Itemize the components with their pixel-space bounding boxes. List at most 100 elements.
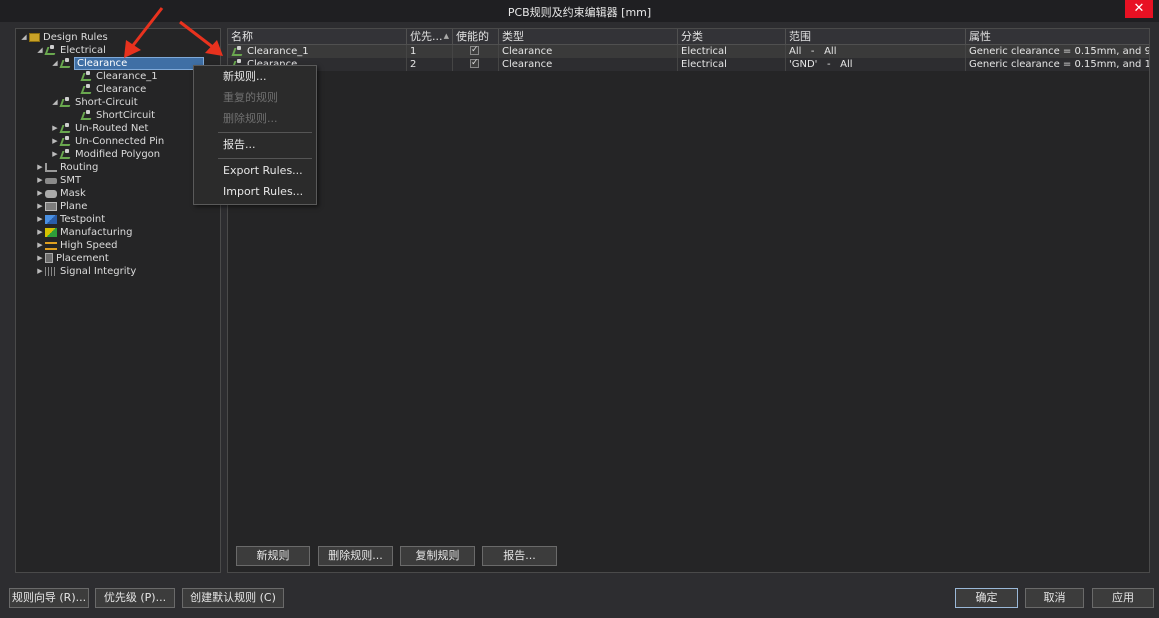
expand-icon[interactable]: ▶ [36, 226, 44, 239]
tree-item-label: Placement [56, 253, 109, 264]
tree-item-label: Electrical [60, 45, 106, 56]
tree-item-shortcircuit[interactable]: ShortCircuit [80, 109, 155, 122]
report-button[interactable]: 报告... [482, 546, 557, 566]
tree-item-mask[interactable]: ▶ Mask [36, 187, 86, 200]
enabled-checkbox[interactable] [470, 45, 479, 57]
tree-item-un-connected-pin[interactable]: ▶ Un-Connected Pin [51, 135, 164, 148]
column-header-category[interactable]: 分类 [678, 29, 786, 44]
tree-item-clearance-rule[interactable]: Clearance [80, 83, 146, 96]
high-speed-icon [45, 242, 57, 250]
tree-item-label: High Speed [60, 240, 118, 251]
menu-item-export-rules[interactable]: Export Rules... [194, 161, 316, 181]
tree-item-label: Design Rules [43, 32, 108, 43]
tree-item-label: SMT [60, 175, 82, 186]
rule-icon [81, 84, 93, 95]
rule-name: Clearance_1 [247, 46, 309, 57]
tree-item-label: Un-Routed Net [75, 123, 149, 134]
menu-separator [218, 158, 312, 159]
tree-item-short-circuit[interactable]: ◢ Short-Circuit [51, 96, 138, 109]
expand-icon[interactable]: ▶ [51, 148, 59, 161]
rule-icon [60, 123, 72, 134]
rule-icon [60, 136, 72, 147]
cancel-button[interactable]: 取消 [1025, 588, 1084, 608]
tree-item-label: Testpoint [60, 214, 106, 225]
mask-icon [45, 190, 57, 198]
expand-icon[interactable]: ▶ [36, 161, 44, 174]
testpoint-icon [45, 215, 57, 224]
expand-icon[interactable]: ▶ [51, 135, 59, 148]
tree-item-label: ShortCircuit [96, 110, 156, 121]
column-header-label: 优先... [410, 30, 443, 43]
collapse-icon[interactable]: ◢ [20, 31, 28, 44]
tree-item-manufacturing[interactable]: ▶ Manufacturing [36, 226, 132, 239]
tree-item-label: Modified Polygon [75, 149, 161, 160]
tree-item-un-routed-net[interactable]: ▶ Un-Routed Net [51, 122, 148, 135]
sort-ascending-icon: ▲ [443, 32, 449, 40]
menu-item-import-rules[interactable]: Import Rules... [194, 182, 316, 202]
tree-item-label: Clearance_1 [96, 71, 158, 82]
tree-item-label: Signal Integrity [60, 266, 137, 277]
ok-button[interactable]: 确定 [955, 588, 1018, 608]
menu-item-delete-rule[interactable]: 删除规则... [194, 109, 316, 129]
tree-item-design-rules[interactable]: ◢ Design Rules [20, 31, 108, 44]
rule-icon [81, 110, 93, 121]
tree-item-clearance-1[interactable]: Clearance_1 [80, 70, 158, 83]
cell-category: Electrical [678, 45, 786, 58]
tree-item-smt[interactable]: ▶ SMT [36, 174, 81, 187]
column-header-attributes[interactable]: 属性 [966, 29, 1149, 44]
collapse-icon[interactable]: ◢ [51, 96, 59, 109]
tree-item-label: Plane [60, 201, 88, 212]
expand-icon[interactable]: ▶ [36, 200, 44, 213]
table-row[interactable]: Clearance_1 1 Clearance Electrical All -… [228, 45, 1149, 58]
tree-item-electrical[interactable]: ◢ Electrical [36, 44, 106, 57]
tree-item-routing[interactable]: ▶ Routing [36, 161, 98, 174]
rule-icon [60, 58, 72, 69]
column-header-priority[interactable]: 优先... ▲ [407, 29, 453, 44]
priorities-button[interactable]: 优先级 (P)... [95, 588, 175, 608]
grid-header: 名称 优先... ▲ 使能的 类型 分类 范围 属性 [228, 29, 1149, 45]
expand-icon[interactable]: ▶ [51, 122, 59, 135]
expand-icon[interactable]: ▶ [36, 213, 44, 226]
copy-rule-button[interactable]: 复制规则 [400, 546, 475, 566]
routing-icon [45, 163, 57, 172]
apply-button[interactable]: 应用 [1092, 588, 1154, 608]
tree-item-placement[interactable]: ▶ Placement [36, 252, 109, 265]
expand-icon[interactable]: ▶ [36, 174, 44, 187]
expand-icon[interactable]: ▶ [36, 239, 44, 252]
tree-item-testpoint[interactable]: ▶ Testpoint [36, 213, 105, 226]
table-row[interactable]: Clearance 2 Clearance Electrical 'GND' -… [228, 58, 1149, 71]
rule-icon [232, 46, 244, 57]
column-header-scope[interactable]: 范围 [786, 29, 966, 44]
menu-separator [218, 132, 312, 133]
menu-item-report[interactable]: 报告... [194, 135, 316, 155]
collapse-icon[interactable]: ◢ [51, 57, 59, 70]
tree-item-modified-polygon[interactable]: ▶ Modified Polygon [51, 148, 160, 161]
plane-icon [45, 202, 57, 211]
rule-icon [81, 71, 93, 82]
new-rule-button[interactable]: 新规则 [236, 546, 310, 566]
tree-item-label: Mask [60, 188, 86, 199]
column-header-enabled[interactable]: 使能的 [453, 29, 499, 44]
expand-icon[interactable]: ▶ [36, 265, 44, 278]
expand-icon[interactable]: ▶ [36, 252, 44, 265]
tree-item-plane[interactable]: ▶ Plane [36, 200, 87, 213]
rule-wizard-button[interactable]: 规则向导 (R)... [9, 588, 89, 608]
tree-item-clearance[interactable]: ◢ Clearance [51, 57, 205, 70]
cell-attributes: Generic clearance = 0.15mm, and 12 value… [969, 59, 1149, 70]
tree-item-signal-integrity[interactable]: ▶ Signal Integrity [36, 265, 136, 278]
rule-tree: ◢ Design Rules ◢ Electrical ◢ Clearance Cle… [15, 28, 221, 573]
enabled-checkbox[interactable] [470, 58, 479, 70]
create-default-rules-button[interactable]: 创建默认规则 (C) [182, 588, 284, 608]
delete-rule-button[interactable]: 删除规则... [318, 546, 393, 566]
expand-icon[interactable]: ▶ [36, 187, 44, 200]
column-header-name[interactable]: 名称 [228, 29, 407, 44]
collapse-icon[interactable]: ◢ [36, 44, 44, 57]
placement-icon [45, 253, 53, 263]
close-button[interactable]: ✕ [1125, 0, 1153, 18]
tree-item-high-speed[interactable]: ▶ High Speed [36, 239, 118, 252]
menu-item-duplicate-rule[interactable]: 重复的规则 [194, 88, 316, 108]
menu-item-new-rule[interactable]: 新规则... [194, 67, 316, 87]
folder-icon [29, 33, 40, 42]
cell-name: Clearance_1 [228, 45, 407, 58]
column-header-type[interactable]: 类型 [499, 29, 678, 44]
